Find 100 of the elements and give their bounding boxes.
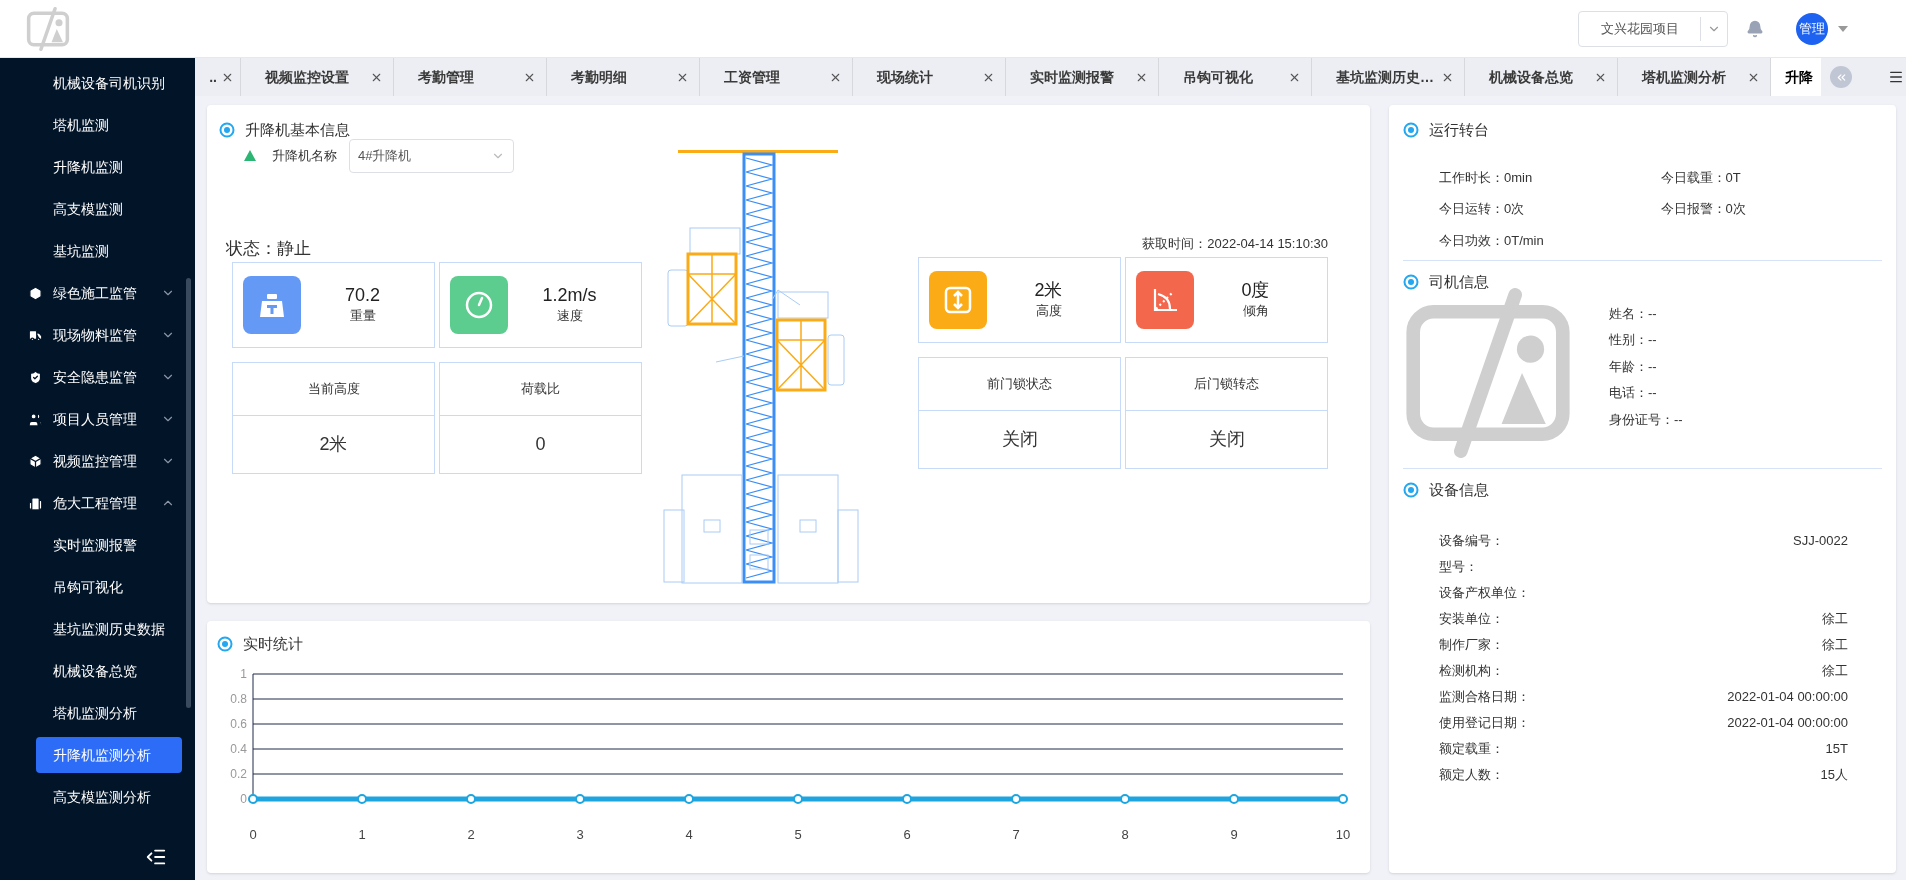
status-text: 状态：静止 [226,237,312,260]
menu-icon[interactable] [1888,69,1904,85]
group-label: 绿色施工监管 [53,283,138,303]
project-select[interactable]: 文兴花园项目 [1578,10,1728,47]
metric-label: 倾角 [1242,302,1269,321]
section-title: 设备信息 [1429,479,1489,500]
device-field-label: 安装单位： [1439,609,1504,628]
sidebar-item[interactable]: 基坑监测 [36,233,182,269]
sidebar-group[interactable]: 现场物料监管 [0,314,195,356]
scrollbar[interactable] [186,278,191,708]
x-tick-label: 7 [1012,826,1020,842]
x-tick-label: 6 [903,826,911,842]
hoist-select[interactable]: 4#升降机 [349,138,514,173]
target-icon [1403,122,1419,139]
vertical-arrows-icon [943,285,973,315]
sidebar-item[interactable]: 实时监测报警 [36,527,182,563]
sidebar-group[interactable]: 视频监控管理 [0,440,195,482]
y-tick-label: 0.4 [230,741,247,756]
y-tick-label: 0 [240,791,247,806]
device-field-value: 15T [1825,739,1848,758]
sidebar-item[interactable]: 塔机监测分析 [36,695,182,731]
sidebar-item[interactable]: 升降机监测 [36,149,182,185]
data-point [248,793,258,804]
device-field-value: 徐工 [1822,661,1848,680]
target-icon [219,122,235,139]
section-title: 运行转台 [1429,120,1489,140]
metric-label: 重量 [349,306,376,325]
run-stat: 今日运转：0次 [1439,200,1526,218]
device-field-label: 制作厂家： [1439,635,1504,654]
bell-icon[interactable] [1746,19,1764,38]
target-icon [217,636,233,653]
group-label: 危大工程管理 [53,493,138,513]
sidebar-item[interactable]: 吊钩可视化 [36,569,182,605]
run-stat: 工作时长：0min [1439,168,1534,187]
select-label: 升降机名称 [272,146,337,165]
device-field-label: 监测合格日期： [1439,687,1530,706]
avatar[interactable]: 管理 [1796,12,1828,45]
device-field-label: 型号： [1439,557,1478,576]
sidebar-item[interactable]: 塔机监测 [36,107,182,143]
x-tick-label: 10 [1335,826,1351,842]
device-field-value: 2022-01-04 00:00:00 [1727,713,1848,732]
device-field-label: 额定人数： [1439,765,1504,784]
metric-value: 2米 [1034,279,1063,302]
target-icon [1403,274,1419,291]
y-tick-label: 1 [240,666,247,681]
data-point [1229,793,1239,804]
data-point [684,793,694,804]
sidebar-group[interactable]: 绿色施工监管 [0,272,195,314]
group-label: 视频监控管理 [53,451,138,471]
run-stat: 今日报警：0次 [1660,200,1747,218]
sidebar-item[interactable]: 机械设备司机识别 [36,65,182,101]
detail-value: 0 [535,432,546,456]
detail-value: 2米 [319,432,348,456]
data-point [793,793,803,804]
group-label: 安全隐患监管 [53,367,138,387]
target-icon [1403,481,1419,498]
device-field-label: 检测机构： [1439,661,1504,680]
driver-field: 身份证号：-- [1609,409,1683,429]
group-label: 项目人员管理 [53,409,138,429]
metric-label: 速度 [556,306,583,325]
section-title: 实时统计 [243,634,303,654]
device-field-value: 15人 [1820,765,1848,784]
device-field-label: 设备编号： [1439,531,1504,550]
sidebar-item[interactable]: 升降机监测分析 [36,737,182,773]
detail-title: 当前高度 [307,379,360,398]
section-title: 升降机基本信息 [245,120,350,140]
metric-value: 70.2 [344,283,380,306]
driver-field: 性别：-- [1609,330,1683,350]
sidebar-item[interactable]: 高支模监测 [36,191,182,227]
x-tick-label: 3 [576,826,584,842]
device-field-label: 额定载重： [1439,739,1504,758]
x-tick-label: 5 [794,826,802,842]
data-point [357,793,367,804]
metric-label: 高度 [1035,302,1062,321]
y-tick-label: 0.8 [230,691,247,706]
data-point [1120,793,1130,804]
section-title: 司机信息 [1429,272,1489,292]
tab[interactable]: 升降 [1770,58,1821,96]
metric-value: 1.2m/s [542,283,597,306]
data-point [575,793,585,804]
driver-photo-placeholder-icon [1403,287,1573,458]
detail-value: 关闭 [1208,428,1245,451]
x-tick-label: 2 [467,826,475,842]
sidebar-item[interactable]: 基坑监测历史数据 [36,611,182,647]
sidebar-group[interactable]: 危大工程管理 [0,482,195,524]
device-field-label: 设备产权单位： [1439,583,1530,602]
metric-value: 0度 [1241,279,1270,302]
device-field-value: 徐工 [1822,609,1848,628]
sidebar-item[interactable]: 高支模监测分析 [36,779,182,815]
sidebar-group[interactable]: 项目人员管理 [0,398,195,440]
caret-down-icon[interactable] [1838,25,1848,32]
device-field-value: 2022-01-04 00:00:00 [1727,687,1848,706]
sidebar-group[interactable]: 安全隐患监管 [0,356,195,398]
y-tick-label: 0.6 [230,716,247,731]
driver-field: 电话：-- [1609,383,1683,403]
detail-title: 荷载比 [521,379,560,398]
y-tick-label: 0.2 [230,766,247,781]
data-point [466,793,476,804]
driver-field: 年龄：-- [1609,356,1683,376]
sidebar-item[interactable]: 机械设备总览 [36,653,182,689]
